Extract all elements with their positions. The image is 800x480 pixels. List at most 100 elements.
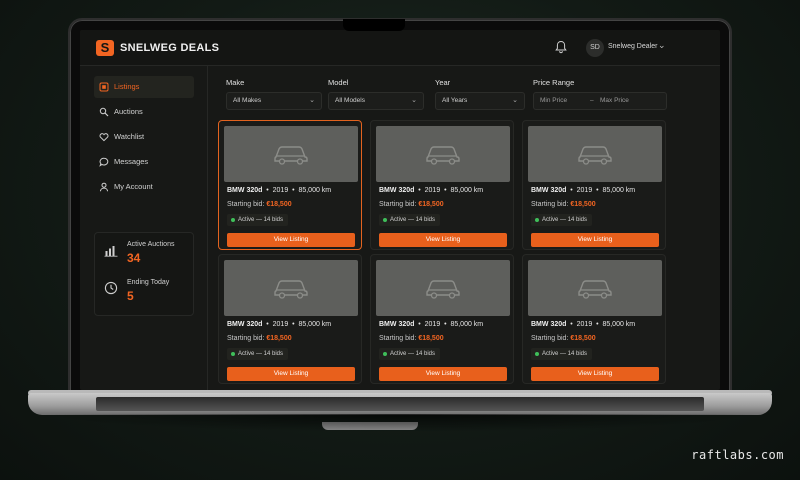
car-icon (426, 146, 460, 165)
sidebar-item-label: Listings (114, 82, 140, 91)
model-select[interactable]: All Models ⌄ (328, 92, 424, 110)
listing-card[interactable]: BMW 320d • 2019 • 85,000 km Starting bid:… (370, 254, 514, 384)
car-image-placeholder[interactable] (376, 126, 510, 182)
listing-card[interactable]: BMW 320d • 2019 • 85,000 km Starting bid:… (522, 120, 666, 250)
sidebar-item-messages[interactable]: Messages (94, 151, 194, 173)
sidebar-item-label: Messages (114, 157, 149, 166)
car-mileage: 85,000 km (602, 321, 636, 328)
status-dot-icon (535, 218, 539, 222)
sidebar-item-listings[interactable]: Listings (94, 76, 194, 98)
min-price-input[interactable]: Min Price (540, 97, 567, 104)
listing-card[interactable]: BMW 320d • 2019 • 85,000 km Starting bid:… (218, 120, 362, 250)
car-model: BMW 320d (531, 187, 567, 194)
view-listing-button[interactable]: View Listing (379, 367, 507, 381)
listing-card[interactable]: BMW 320d • 2019 • 85,000 km Starting bid:… (370, 120, 514, 250)
car-icon (578, 280, 612, 299)
avatar[interactable]: SD (586, 39, 604, 57)
card-title: BMW 320d • 2019 • 85,000 km (379, 187, 484, 194)
bid-label: Starting bid: (379, 201, 417, 208)
active-auctions-label: Active Auctions (127, 241, 175, 248)
view-listing-button[interactable]: View Listing (531, 367, 659, 381)
camera-notch (343, 19, 405, 31)
status-badge: Active — 14 bids (227, 214, 289, 226)
price-range-input[interactable]: Min Price – Max Price (533, 92, 667, 110)
status-text: Active — 14 bids (238, 217, 284, 223)
car-image-placeholder[interactable] (224, 126, 358, 182)
view-listing-button[interactable]: View Listing (227, 233, 355, 247)
card-title: BMW 320d • 2019 • 85,000 km (227, 321, 332, 328)
car-icon (426, 280, 460, 299)
view-listing-button[interactable]: View Listing (531, 233, 659, 247)
car-icon (274, 146, 308, 165)
year-select[interactable]: All Years ⌄ (435, 92, 525, 110)
car-model: BMW 320d (531, 321, 567, 328)
car-model: BMW 320d (379, 187, 415, 194)
status-dot-icon (383, 352, 387, 356)
bell-icon[interactable] (554, 40, 568, 54)
car-icon (578, 146, 612, 165)
make-select[interactable]: All Makes ⌄ (226, 92, 322, 110)
car-icon (274, 280, 308, 299)
bid-label: Starting bid: (531, 201, 569, 208)
bid-price: €18,500 (266, 201, 292, 208)
car-year: 2019 (424, 321, 441, 328)
user-name[interactable]: Snelweg Dealer (608, 43, 657, 50)
stats-panel: Active Auctions 34 Ending Today 5 (94, 232, 194, 316)
watermark: raftlabs.com (691, 448, 784, 462)
heart-icon (99, 133, 109, 142)
user-icon (100, 182, 108, 192)
sidebar-item-label: Auctions (114, 107, 143, 116)
car-mileage: 85,000 km (298, 187, 332, 194)
max-price-input[interactable]: Max Price (600, 93, 629, 109)
starting-bid: Starting bid: €18,500 (379, 335, 444, 342)
bid-label: Starting bid: (227, 201, 265, 208)
status-dot-icon (383, 218, 387, 222)
model-label: Model (328, 78, 349, 87)
make-label: Make (226, 78, 245, 87)
top-bar: S SNELWEG DEALS SD Snelweg Dealer ⌄ (80, 30, 720, 66)
gavel-icon (99, 107, 109, 117)
sidebar: Listings Auctions Watchlist Messages My … (80, 66, 208, 390)
price-range-label: Price Range (533, 78, 575, 87)
listings-icon (99, 82, 109, 92)
year-value: All Years (442, 97, 468, 104)
car-year: 2019 (272, 187, 289, 194)
sidebar-item-watchlist[interactable]: Watchlist (94, 126, 194, 148)
car-mileage: 85,000 km (602, 187, 636, 194)
car-image-placeholder[interactable] (528, 260, 662, 316)
listing-card[interactable]: BMW 320d • 2019 • 85,000 km Starting bid:… (522, 254, 666, 384)
sidebar-item-auctions[interactable]: Auctions (94, 101, 194, 123)
bar-chart-icon (104, 246, 118, 257)
brand-name[interactable]: SNELWEG DEALS (120, 42, 219, 54)
view-listing-button[interactable]: View Listing (379, 233, 507, 247)
car-image-placeholder[interactable] (528, 126, 662, 182)
bid-price: €18,500 (570, 201, 596, 208)
status-dot-icon (535, 352, 539, 356)
car-image-placeholder[interactable] (376, 260, 510, 316)
car-year: 2019 (576, 321, 593, 328)
status-dot-icon (231, 218, 235, 222)
bid-price: €18,500 (266, 335, 292, 342)
bid-price: €18,500 (570, 335, 596, 342)
bid-price: €18,500 (418, 201, 444, 208)
model-value: All Models (335, 97, 365, 104)
status-text: Active — 14 bids (238, 351, 284, 357)
active-auctions-value: 34 (127, 251, 141, 265)
bid-price: €18,500 (418, 335, 444, 342)
status-badge: Active — 14 bids (531, 214, 593, 226)
car-image-placeholder[interactable] (224, 260, 358, 316)
sidebar-item-my-account[interactable]: My Account (94, 176, 194, 198)
listing-card[interactable]: BMW 320d • 2019 • 85,000 km Starting bid:… (218, 254, 362, 384)
car-mileage: 85,000 km (450, 187, 484, 194)
status-badge: Active — 14 bids (379, 214, 441, 226)
chevron-down-icon[interactable]: ⌄ (658, 40, 666, 51)
car-year: 2019 (272, 321, 289, 328)
chevron-down-icon: ⌄ (512, 97, 518, 104)
logo-icon[interactable]: S (96, 40, 114, 56)
status-dot-icon (231, 352, 235, 356)
car-year: 2019 (424, 187, 441, 194)
view-listing-button[interactable]: View Listing (227, 367, 355, 381)
car-model: BMW 320d (227, 187, 263, 194)
card-title: BMW 320d • 2019 • 85,000 km (379, 321, 484, 328)
status-text: Active — 14 bids (390, 351, 436, 357)
